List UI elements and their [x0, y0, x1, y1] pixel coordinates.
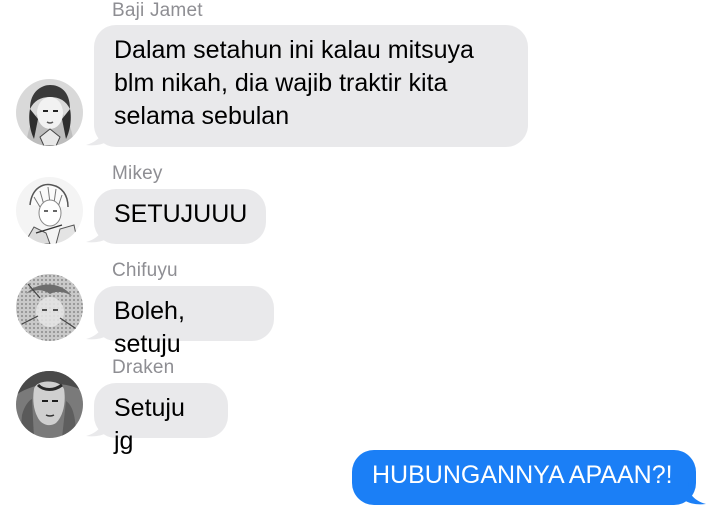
avatar-baji-icon[interactable] — [16, 79, 83, 146]
bubble-tail-icon — [684, 482, 706, 505]
message-text: Setuju jg — [114, 394, 185, 455]
message-bubble-chifuyu[interactable]: Boleh, setuju — [94, 286, 274, 358]
message-bubble-baji[interactable]: Dalam setahun ini kalau mitsuya blm nika… — [94, 25, 528, 147]
sender-name-draken: Draken — [112, 357, 175, 378]
bubble-tail-icon — [86, 317, 108, 340]
message-bubble-outgoing[interactable]: HUBUNGANNYA APAAN?! — [352, 450, 696, 505]
sender-name-baji: Baji Jamet — [112, 0, 203, 21]
message-bubble-draken[interactable]: Setuju jg — [94, 383, 228, 455]
message-text: Boleh, setuju — [114, 297, 185, 358]
sender-name-mikey: Mikey — [112, 163, 163, 184]
message-text: HUBUNGANNYA APAAN?! — [372, 461, 673, 489]
avatar-draken-icon[interactable] — [16, 371, 83, 438]
avatar-chifuyu-icon[interactable] — [16, 274, 83, 341]
sender-name-chifuyu: Chifuyu — [112, 260, 178, 281]
message-bubble-mikey[interactable]: SETUJUUU — [94, 189, 266, 244]
message-text: Dalam setahun ini kalau mitsuya blm nika… — [114, 36, 474, 130]
bubble-tail-icon — [86, 414, 108, 437]
bubble-tail-icon — [86, 220, 108, 243]
bubble-tail-icon — [86, 123, 108, 146]
avatar-mikey-icon[interactable] — [16, 177, 83, 244]
message-text: SETUJUUU — [114, 200, 248, 228]
